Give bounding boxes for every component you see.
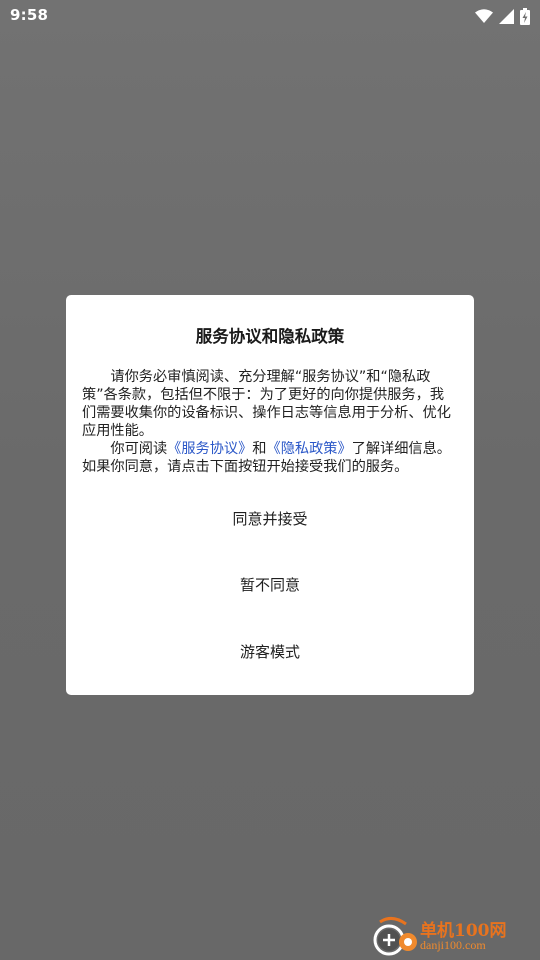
paragraph-prefix: 你可阅读 bbox=[110, 441, 168, 457]
privacy-dialog: 服务协议和隐私政策 请你务必审慎阅读、充分理解“服务协议”和“隐私政策”各条款，… bbox=[66, 295, 474, 695]
agree-button[interactable]: 同意并接受 bbox=[66, 498, 474, 538]
service-agreement-link[interactable]: 《服务协议》 bbox=[167, 441, 252, 457]
status-time: 9:58 bbox=[10, 6, 49, 24]
watermark-url: danji100.com bbox=[420, 938, 486, 952]
watermark-logo-icon bbox=[372, 916, 418, 960]
dialog-body: 请你务必审慎阅读、充分理解“服务协议”和“隐私政策”各条款，包括但不限于：为了更… bbox=[82, 368, 458, 476]
watermark: 单机100网 danji100.com bbox=[372, 916, 532, 956]
dialog-title: 服务协议和隐私政策 bbox=[195, 327, 345, 346]
dialog-paragraph-links: 你可阅读《服务协议》和《隐私政策》了解详细信息。如果你同意，请点击下面按钮开始接… bbox=[82, 440, 458, 476]
paragraph-conjunction: 和 bbox=[252, 441, 267, 457]
wifi-icon bbox=[475, 9, 493, 23]
status-bar: 9:58 bbox=[0, 0, 540, 32]
decline-button[interactable]: 暂不同意 bbox=[66, 564, 474, 604]
status-icons bbox=[475, 6, 530, 26]
guest-mode-button[interactable]: 游客模式 bbox=[66, 631, 474, 671]
battery-charging-icon bbox=[520, 7, 530, 25]
privacy-policy-link[interactable]: 《隐私政策》 bbox=[267, 441, 352, 457]
signal-icon bbox=[499, 8, 514, 24]
dialog-paragraph-terms: 请你务必审慎阅读、充分理解“服务协议”和“隐私政策”各条款，包括但不限于：为了更… bbox=[82, 369, 451, 439]
